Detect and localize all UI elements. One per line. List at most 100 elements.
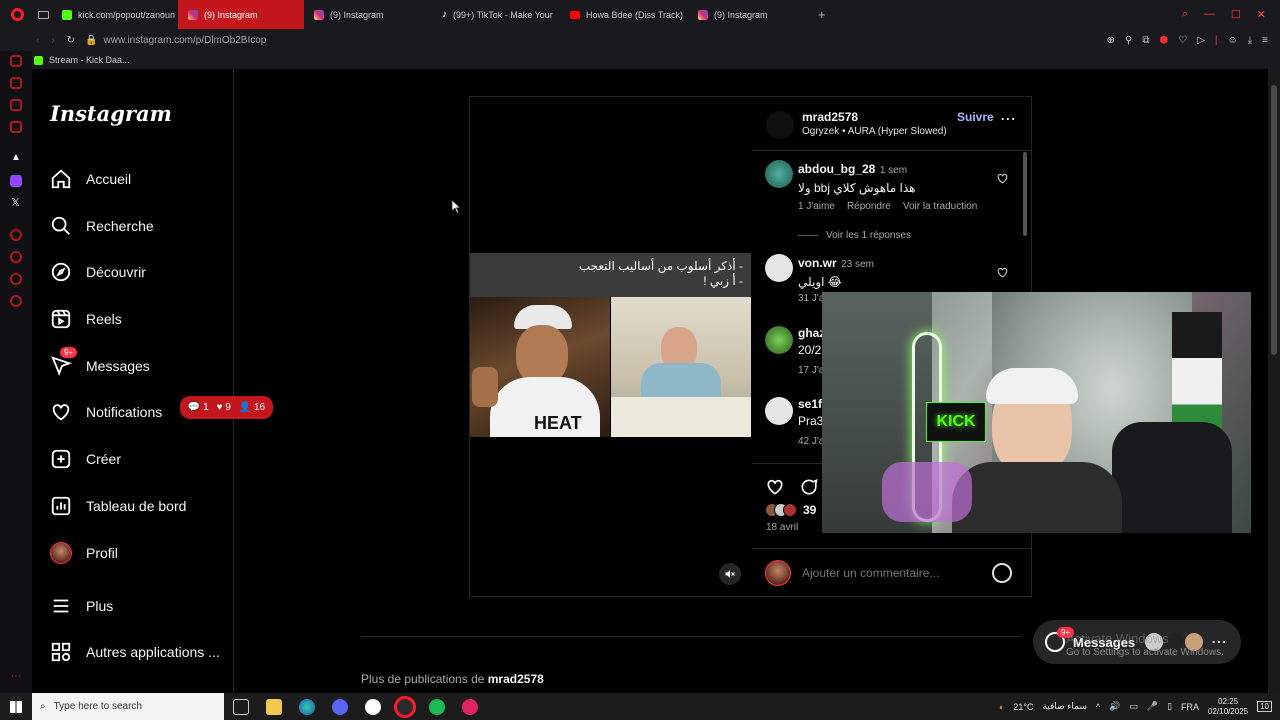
sidebar-item-messages[interactable]: Messages 9+ (50, 347, 150, 379)
sidebar-app-icon[interactable] (10, 99, 22, 111)
sidebar-app-icon[interactable] (10, 121, 22, 133)
spotify-icon[interactable] (429, 699, 445, 715)
sidebar-item-explore[interactable]: Découvrir (50, 259, 146, 285)
app-icon[interactable] (462, 699, 478, 715)
account-icon[interactable]: ☺ (1228, 35, 1238, 46)
author-username[interactable]: mrad2578 (802, 110, 858, 124)
forward-arrow-icon[interactable]: › (51, 35, 54, 46)
sidebar-item-profile[interactable]: Profil (50, 540, 118, 566)
sidebar-item-create[interactable]: Créer (50, 446, 121, 472)
reply-button[interactable]: Répondre (847, 201, 891, 212)
settings-icon[interactable] (10, 295, 22, 307)
play-icon[interactable]: ▷ (1197, 35, 1205, 46)
scrollbar-thumb[interactable] (1271, 85, 1277, 355)
back-arrow-icon[interactable]: ‹ (36, 35, 39, 46)
download-icon[interactable]: ⤓ (1248, 35, 1252, 46)
tab-instagram-3[interactable]: (9) Instagram (688, 0, 814, 29)
clock-icon[interactable] (10, 273, 22, 285)
notification-center-icon[interactable]: 10 (1257, 701, 1272, 712)
workspaces-button[interactable] (34, 10, 52, 19)
comment-avatar[interactable] (765, 160, 793, 188)
close-window-button[interactable]: ✕ (1257, 8, 1266, 21)
page-scrollbar[interactable] (1268, 69, 1280, 693)
sidebar-item-reels[interactable]: Reels (50, 306, 122, 332)
bookmark-stream-kick[interactable]: Stream - Kick Daa... (49, 55, 130, 65)
instagram-logo[interactable]: Instagram (50, 101, 172, 126)
taskbar-search[interactable]: ⌕ Type here to search (32, 693, 224, 720)
opera-taskbar-icon[interactable] (394, 696, 416, 718)
windows-start-icon[interactable] (10, 700, 22, 713)
more-options-icon[interactable]: ⋯ (1000, 109, 1016, 129)
comment-icon[interactable] (799, 477, 819, 497)
reload-icon[interactable]: ↻ (67, 35, 75, 46)
search-tabs-icon[interactable]: ⌕ (1182, 8, 1188, 21)
zoom-icon[interactable]: ⊕ (1107, 35, 1115, 46)
comment-avatar[interactable] (765, 254, 793, 282)
heart-bookmark-icon[interactable]: ♡ (1178, 35, 1187, 46)
notifications-popup-pill[interactable]: 💬 1 ♥ 9 👤 16 (180, 396, 273, 419)
sidebar-item-home[interactable]: Accueil (50, 166, 131, 192)
history-icon[interactable] (10, 251, 22, 263)
pin-icon[interactable]: ⚲ (1125, 35, 1132, 46)
comment-like-icon[interactable] (996, 266, 1009, 279)
audio-track-link[interactable]: Ogryzek • AURA (Hyper Slowed) (802, 126, 947, 137)
sidebar-app-icon[interactable] (10, 55, 22, 67)
emoji-icon[interactable] (992, 562, 1012, 583)
sidebar-app-icon[interactable] (10, 77, 22, 89)
twitch-icon[interactable] (10, 175, 22, 187)
microphone-icon[interactable]: 🎤 (1147, 701, 1158, 712)
volume-icon[interactable]: 🔊 (1109, 701, 1120, 712)
aria-icon[interactable]: ▲ (11, 152, 21, 163)
new-tab-button[interactable]: + (818, 7, 826, 22)
likes-count[interactable]: 39 (803, 503, 816, 517)
edge-icon[interactable] (299, 699, 315, 715)
task-view-icon[interactable] (233, 699, 249, 715)
maximize-button[interactable]: ☐ (1231, 8, 1241, 21)
tab-youtube[interactable]: Howa Bdee (Diss Track) (560, 0, 688, 29)
comment-like-icon[interactable] (996, 172, 1009, 185)
clock[interactable]: 02:25 02/10/2025 (1208, 697, 1248, 717)
x-icon[interactable]: 𝕏 (11, 196, 20, 209)
sidebar-more-icon[interactable]: ⋯ (11, 671, 21, 682)
sidebar-item-dashboard[interactable]: Tableau de bord (50, 493, 186, 519)
comment-username[interactable]: abdou_bg_28 (798, 162, 875, 176)
comment-input[interactable] (802, 565, 982, 580)
follow-button[interactable]: Suivre (957, 110, 994, 124)
file-explorer-icon[interactable] (266, 699, 282, 715)
tab-instagram-active[interactable]: (9) Instagram (178, 0, 304, 29)
sidebar-app-icon[interactable] (10, 229, 22, 241)
weather-text[interactable]: سماء صافية (1042, 701, 1086, 712)
comments-scrollbar[interactable] (1021, 152, 1029, 292)
sidebar-item-search[interactable]: Recherche (50, 213, 154, 239)
opera-menu-button[interactable] (0, 8, 34, 21)
menu-icon[interactable]: ≡ (1262, 35, 1268, 46)
network-icon[interactable]: ▭ (1129, 701, 1138, 712)
liked-by-avatars[interactable]: 39 (765, 503, 816, 517)
scrollbar-thumb[interactable] (1023, 152, 1027, 236)
like-icon[interactable] (765, 477, 785, 497)
more-publications-user[interactable]: mrad2578 (488, 672, 544, 686)
url-field[interactable]: www.instagram.com/p/DlmOb2BIcop (104, 35, 267, 46)
translate-button[interactable]: Voir la traduction (903, 201, 978, 212)
tab-instagram-2[interactable]: (9) Instagram (304, 0, 432, 29)
comment-avatar[interactable] (765, 397, 793, 425)
tray-chevron-icon[interactable]: ^ (1096, 702, 1100, 712)
sidebar-item-other-apps[interactable]: Autres applications ... (50, 639, 220, 665)
tab-tiktok[interactable]: ♪ (99+) TikTok - Make Your (432, 0, 560, 29)
sidebar-item-more[interactable]: Plus (50, 593, 113, 619)
author-avatar[interactable] (766, 111, 794, 139)
adblock-icon[interactable]: ⬢ (1160, 35, 1169, 46)
mute-button[interactable] (719, 563, 741, 585)
language-indicator[interactable]: FRA (1181, 702, 1199, 712)
view-replies-button[interactable]: Voir les 1 réponses (798, 230, 998, 241)
weather-temp[interactable]: 21°C (1013, 702, 1033, 712)
chrome-icon[interactable] (365, 699, 381, 715)
tab-kick[interactable]: kick.com/popout/zanoun (52, 0, 178, 29)
snapshot-icon[interactable]: ⧉ (1142, 35, 1149, 46)
battery-icon[interactable]: ▯ (1167, 701, 1172, 712)
sidebar-item-notifications[interactable]: Notifications (50, 399, 162, 425)
comment-likes[interactable]: 1 J'aime (798, 201, 835, 212)
comment-avatar[interactable] (765, 326, 793, 354)
discord-icon[interactable] (332, 699, 348, 715)
comment-username[interactable]: von.wr (798, 256, 837, 270)
